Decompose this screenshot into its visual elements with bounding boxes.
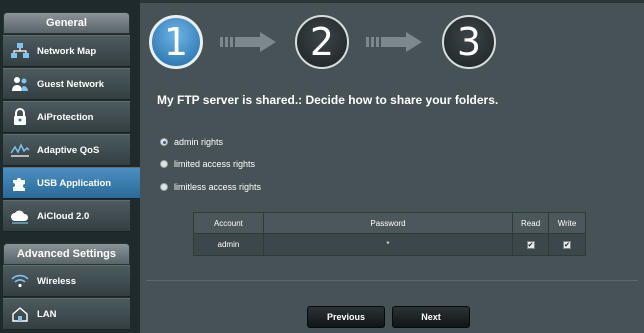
option-admin-rights[interactable]: admin rights (160, 137, 223, 147)
lock-icon (3, 108, 37, 126)
option-label: limited access rights (174, 159, 256, 169)
sidebar-item-label: Network Map (37, 45, 97, 57)
advanced-settings-header: Advanced Settings (3, 243, 130, 265)
sidebar-item-label: AiCloud 2.0 (37, 210, 90, 222)
sidebar-item-aicloud[interactable]: AiCloud 2.0 (3, 200, 130, 232)
previous-button[interactable]: Previous (307, 306, 385, 328)
sidebar-item-usb-application[interactable]: USB Application (3, 167, 148, 199)
option-label: limitless access rights (174, 182, 262, 192)
step-arrow-icon (366, 32, 422, 52)
column-header-account: Account (193, 212, 264, 234)
sidebar-item-label: Guest Network (37, 78, 105, 90)
sidebar-item-label: USB Application (37, 177, 112, 189)
next-button[interactable]: Next (392, 306, 470, 328)
sidebar-item-lan[interactable]: LAN (3, 298, 130, 330)
step-1-indicator: 1 (149, 15, 203, 69)
sidebar-item-label: Wireless (37, 275, 76, 287)
radio-button[interactable] (160, 160, 168, 168)
radio-button[interactable] (160, 138, 168, 146)
read-checkbox[interactable]: ✔ (526, 241, 535, 249)
wifi-icon (3, 274, 37, 288)
sidebar-item-label: AiProtection (37, 111, 94, 123)
step-arrow-icon (220, 32, 276, 52)
table-row: admin * ✔ ✔ (193, 233, 586, 256)
general-header: General (3, 12, 130, 34)
account-cell: admin (193, 233, 264, 256)
step-3-indicator: 3 (442, 15, 496, 69)
column-header-read: Read (512, 212, 550, 234)
top-strip (140, 0, 644, 3)
password-cell: * (262, 233, 514, 256)
sidebar: General Network Map Guest Network AiProt… (0, 0, 148, 333)
sidebar-item-label: LAN (37, 308, 57, 320)
column-header-write: Write (548, 212, 586, 234)
column-header-password: Password (262, 212, 514, 234)
puzzle-icon (3, 174, 37, 192)
home-icon (3, 306, 37, 322)
sidebar-item-guest-network[interactable]: Guest Network (3, 68, 130, 100)
radio-button[interactable] (160, 183, 168, 191)
sidebar-item-aiprotection[interactable]: AiProtection (3, 101, 130, 133)
cloud-icon (3, 208, 37, 224)
option-label: admin rights (174, 137, 224, 147)
step-2-indicator: 2 (295, 15, 349, 69)
main-panel: 1 2 3 My FTP server is shared.: Decide h… (140, 0, 644, 333)
sidebar-item-label: Adaptive QoS (37, 144, 100, 156)
sidebar-item-wireless[interactable]: Wireless (3, 265, 130, 297)
guest-network-icon (3, 76, 37, 92)
divider (146, 280, 638, 281)
network-map-icon (3, 43, 37, 59)
write-checkbox[interactable]: ✔ (563, 241, 572, 249)
option-limitless-access-rights[interactable]: limitless access rights (160, 182, 261, 192)
read-cell: ✔ (512, 233, 550, 256)
sidebar-item-network-map[interactable]: Network Map (3, 35, 130, 67)
option-limited-access-rights[interactable]: limited access rights (160, 159, 255, 169)
write-cell: ✔ (548, 233, 586, 256)
table-header-row: Account Password Read Write (193, 212, 586, 234)
page-title: My FTP server is shared.: Decide how to … (157, 93, 499, 107)
sidebar-item-adaptive-qos[interactable]: Adaptive QoS (3, 134, 130, 166)
account-table: Account Password Read Write admin * ✔ ✔ (193, 212, 586, 256)
qos-chart-icon (3, 143, 37, 157)
